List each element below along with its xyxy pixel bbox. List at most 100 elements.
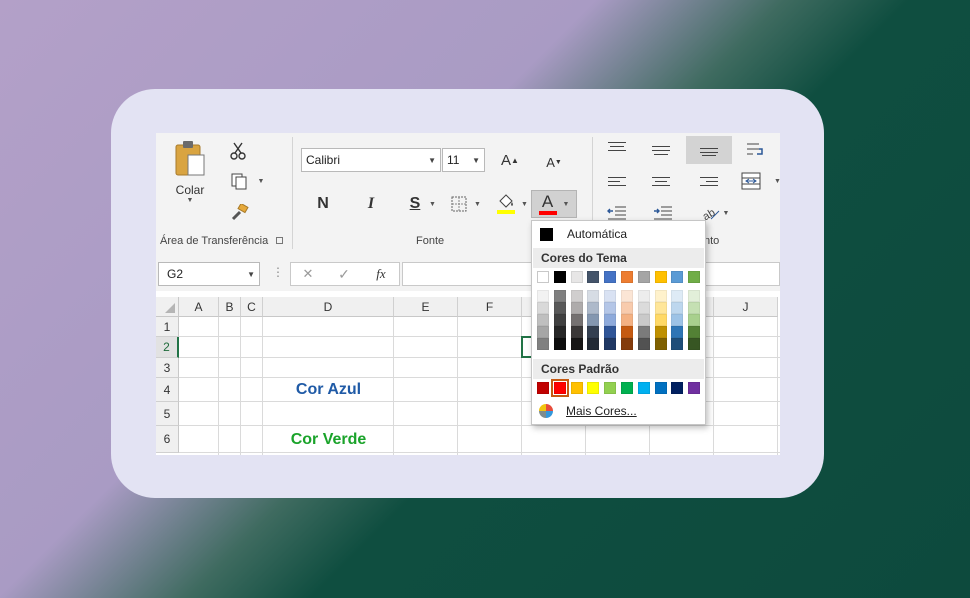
theme-shade-swatch[interactable] <box>587 314 600 326</box>
theme-color-swatch[interactable] <box>537 271 549 283</box>
theme-shade-swatch[interactable] <box>553 302 566 314</box>
column-header-e[interactable]: E <box>394 297 458 317</box>
theme-color-swatch[interactable] <box>688 271 701 283</box>
theme-shade-swatch[interactable] <box>637 290 650 302</box>
insert-function-button[interactable]: fx <box>370 264 392 284</box>
fill-color-dropdown-caret[interactable]: ▼ <box>521 201 528 208</box>
row-header-4[interactable]: 4 <box>156 378 179 402</box>
align-right-button[interactable] <box>696 171 722 193</box>
cut-button[interactable] <box>228 141 248 161</box>
theme-shade-swatch[interactable] <box>553 338 566 350</box>
underline-dropdown-caret[interactable]: ▼ <box>429 201 436 208</box>
shrink-font-button[interactable]: A ▼ <box>544 151 564 173</box>
column-header-d[interactable]: D <box>263 297 394 317</box>
standard-color-swatch[interactable] <box>604 382 617 394</box>
align-left-button[interactable] <box>604 171 630 193</box>
theme-shade-swatch[interactable] <box>537 290 549 302</box>
enter-entry-button[interactable]: ✓ <box>334 264 354 284</box>
standard-color-swatch[interactable] <box>671 382 684 394</box>
theme-shade-swatch[interactable] <box>654 338 667 350</box>
standard-color-swatch[interactable] <box>637 382 650 394</box>
theme-shade-swatch[interactable] <box>688 290 701 302</box>
theme-shade-swatch[interactable] <box>587 338 600 350</box>
column-header-a[interactable]: A <box>179 297 219 317</box>
theme-shade-swatch[interactable] <box>688 338 701 350</box>
borders-button[interactable] <box>450 195 468 213</box>
automatic-color-option[interactable]: Automática <box>533 223 704 245</box>
standard-color-swatch[interactable] <box>537 382 549 394</box>
standard-color-swatch[interactable] <box>587 382 600 394</box>
borders-dropdown-caret[interactable]: ▼ <box>474 201 481 208</box>
theme-color-swatch[interactable] <box>604 271 617 283</box>
theme-shade-swatch[interactable] <box>604 338 617 350</box>
theme-shade-swatch[interactable] <box>654 302 667 314</box>
font-color-dropdown-caret[interactable]: ▼ <box>563 201 570 208</box>
font-color-button[interactable]: A ▼ <box>531 190 577 218</box>
font-name-combo[interactable]: Calibri ▼ <box>301 148 441 172</box>
theme-color-swatch[interactable] <box>654 271 667 283</box>
theme-shade-swatch[interactable] <box>537 302 549 314</box>
row-header-5[interactable]: 5 <box>156 402 179 426</box>
theme-color-swatch[interactable] <box>621 271 633 283</box>
name-box[interactable]: G2 ▼ <box>158 262 260 286</box>
standard-color-swatch[interactable] <box>550 379 569 397</box>
align-top-button[interactable] <box>604 137 630 159</box>
standard-color-swatch[interactable] <box>688 382 701 394</box>
merge-dropdown-caret[interactable]: ▼ <box>774 178 780 185</box>
theme-color-swatch[interactable] <box>570 271 583 283</box>
theme-shade-swatch[interactable] <box>637 314 650 326</box>
theme-color-swatch[interactable] <box>553 271 566 283</box>
align-middle-button[interactable] <box>648 139 674 161</box>
theme-color-swatch[interactable] <box>637 271 650 283</box>
theme-shade-swatch[interactable] <box>604 314 617 326</box>
theme-shade-swatch[interactable] <box>671 326 684 338</box>
theme-shade-swatch[interactable] <box>604 290 617 302</box>
theme-shade-swatch[interactable] <box>621 290 633 302</box>
theme-shade-swatch[interactable] <box>637 338 650 350</box>
copy-button[interactable]: ▼ <box>226 171 268 191</box>
theme-shade-swatch[interactable] <box>570 338 583 350</box>
grow-font-button[interactable]: A ▲ <box>500 149 520 171</box>
theme-shade-swatch[interactable] <box>604 326 617 338</box>
theme-shade-swatch[interactable] <box>621 314 633 326</box>
cancel-entry-button[interactable]: ✕ <box>298 264 318 284</box>
theme-shade-swatch[interactable] <box>537 338 549 350</box>
fill-color-button[interactable] <box>494 191 518 217</box>
bold-button[interactable]: N <box>312 193 334 215</box>
paste-button[interactable]: Colar ▼ <box>170 139 210 219</box>
cell-d4-text[interactable]: Cor Azul <box>263 378 394 402</box>
align-center-button[interactable] <box>648 171 674 193</box>
theme-shade-swatch[interactable] <box>654 290 667 302</box>
copy-dropdown-caret[interactable]: ▼ <box>258 178 265 185</box>
theme-shade-swatch[interactable] <box>637 326 650 338</box>
theme-shade-swatch[interactable] <box>637 302 650 314</box>
theme-shade-swatch[interactable] <box>570 326 583 338</box>
more-colors-option[interactable]: Mais Cores... <box>533 401 704 421</box>
row-header-3[interactable]: 3 <box>156 358 179 378</box>
theme-color-swatch[interactable] <box>587 271 600 283</box>
theme-shade-swatch[interactable] <box>587 326 600 338</box>
theme-shade-swatch[interactable] <box>671 314 684 326</box>
paste-dropdown-caret[interactable]: ▼ <box>187 197 194 204</box>
theme-shade-swatch[interactable] <box>570 290 583 302</box>
standard-color-swatch[interactable] <box>621 382 633 394</box>
standard-color-swatch[interactable] <box>654 382 667 394</box>
theme-shade-swatch[interactable] <box>621 302 633 314</box>
clipboard-launcher-icon[interactable] <box>276 237 283 244</box>
row-header-1[interactable]: 1 <box>156 317 179 337</box>
format-painter-button[interactable] <box>228 203 250 223</box>
formula-bar-grip-icon[interactable]: ⋮ <box>272 265 284 279</box>
theme-shade-swatch[interactable] <box>671 302 684 314</box>
theme-shade-swatch[interactable] <box>671 338 684 350</box>
theme-color-swatch[interactable] <box>671 271 684 283</box>
orientation-dropdown-caret[interactable]: ▼ <box>723 210 730 217</box>
theme-shade-swatch[interactable] <box>570 314 583 326</box>
theme-shade-swatch[interactable] <box>654 314 667 326</box>
theme-shade-swatch[interactable] <box>621 338 633 350</box>
row-header-6[interactable]: 6 <box>156 426 179 453</box>
theme-shade-swatch[interactable] <box>537 326 549 338</box>
font-size-combo[interactable]: 11 ▼ <box>442 148 485 172</box>
select-all-button[interactable] <box>156 297 179 317</box>
column-header-c[interactable]: C <box>241 297 263 317</box>
standard-color-swatch[interactable] <box>570 382 583 394</box>
